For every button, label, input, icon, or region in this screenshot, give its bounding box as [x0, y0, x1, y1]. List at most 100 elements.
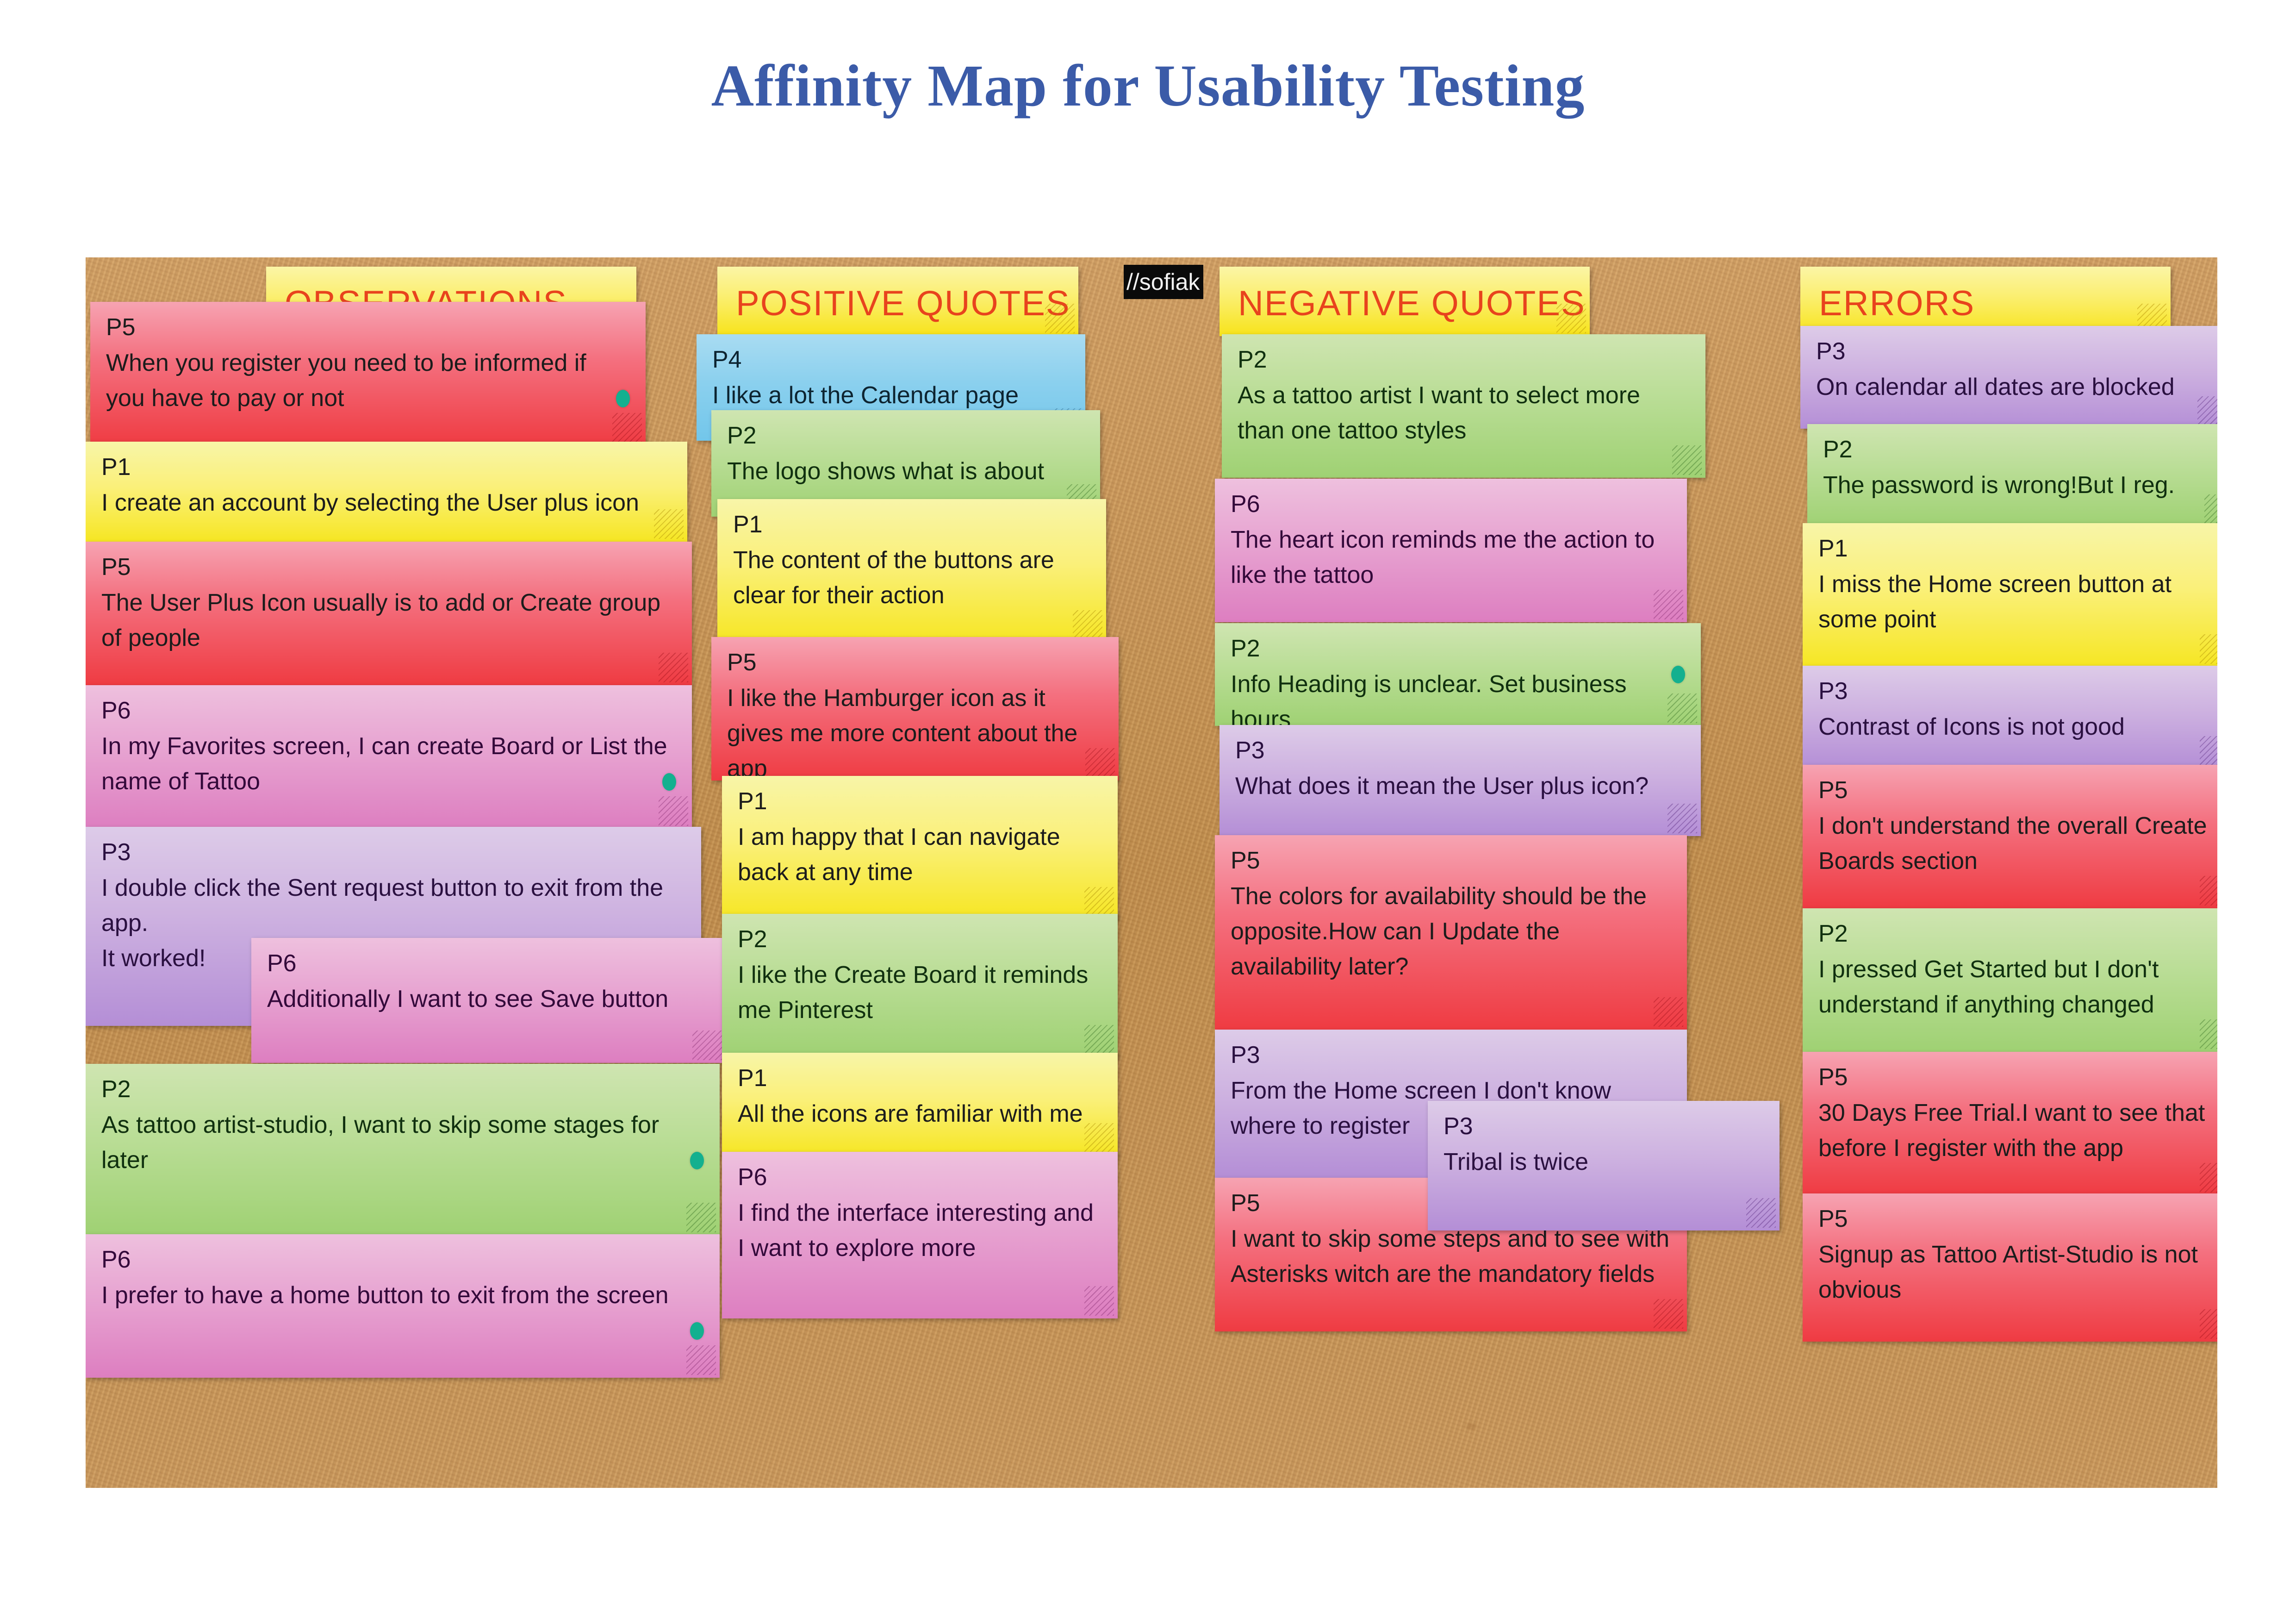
participant-id: P3	[1816, 338, 1846, 365]
participant-id: P2	[1823, 436, 1853, 463]
sticky-note[interactable]: P6 The heart icon reminds me the action t…	[1215, 479, 1687, 622]
sticky-note[interactable]: P3 Contrast of Icons is not good	[1803, 666, 2217, 768]
participant-id: P5	[1818, 777, 1848, 804]
participant-id: P5	[1231, 847, 1260, 874]
sticky-note[interactable]: P5 The User Plus Icon usually is to add o…	[86, 542, 692, 685]
sticky-note-text: Signup as Tattoo Artist-Studio is not ob…	[1818, 1241, 2198, 1304]
sticky-note[interactable]: P3 Tribal is twice	[1428, 1101, 1780, 1230]
sticky-note-text: The password is wrong!But I reg.	[1823, 472, 2175, 499]
sticky-note-text: I like the Hamburger icon as it gives me…	[727, 685, 1078, 781]
participant-id: P6	[1231, 491, 1260, 518]
folded-corner-icon	[659, 653, 688, 682]
folded-corner-icon	[2200, 1163, 2217, 1193]
folded-corner-icon	[692, 1031, 722, 1060]
vote-dot-icon	[616, 390, 630, 407]
participant-id: P2	[1238, 346, 1267, 373]
sticky-note[interactable]: P3 What does it mean the User plus icon?	[1220, 725, 1701, 836]
vote-dot-icon	[1671, 666, 1685, 683]
folded-corner-icon	[1654, 590, 1683, 619]
participant-id: P5	[727, 649, 757, 676]
watermark-label: //sofiak	[1124, 265, 1203, 299]
cork-board: OBSERVATIONSPOSITIVE QUOTESNEGATIVE QUOT…	[86, 257, 2217, 1488]
sticky-note[interactable]: P6 I find the interface interesting and I…	[722, 1152, 1118, 1318]
sticky-note-text: On calendar all dates are blocked	[1816, 374, 2175, 401]
sticky-note[interactable]: P5 I don't understand the overall Create …	[1803, 765, 2217, 908]
sticky-note-text: What does it mean the User plus icon?	[1235, 773, 1649, 800]
sticky-note-text: 30 Days Free Trial.I want to see that be…	[1818, 1099, 2205, 1162]
sticky-note[interactable]: P1 The content of the buttons are clear f…	[717, 499, 1106, 643]
column-header-label: POSITIVE QUOTES	[736, 284, 1070, 323]
participant-id: P2	[1818, 920, 1848, 947]
column-header-positive-quotes: POSITIVE QUOTES	[717, 267, 1078, 336]
participant-id: P1	[101, 454, 131, 481]
sticky-note[interactable]: P2 I like the Create Board it reminds me …	[722, 914, 1118, 1057]
participant-id: P2	[1231, 635, 1260, 662]
folded-corner-icon	[1746, 1198, 1776, 1228]
participant-id: P3	[1235, 737, 1265, 764]
sticky-note-text: The logo shows what is about	[727, 458, 1045, 485]
sticky-note[interactable]: P1 I am happy that I can navigate back at…	[722, 776, 1118, 919]
sticky-note-text: I like a lot the Calendar page	[712, 382, 1019, 409]
sticky-note[interactable]: P5 When you register you need to be infor…	[90, 302, 646, 445]
column-header-label: ERRORS	[1819, 284, 1975, 323]
participant-id: P6	[101, 1246, 131, 1273]
sticky-note[interactable]: P5 I like the Hamburger icon as it gives …	[711, 637, 1119, 781]
sticky-note-text: I want to skip some steps and to see wit…	[1231, 1225, 1670, 1288]
sticky-note-text: Contrast of Icons is not good	[1818, 713, 2125, 741]
sticky-note[interactable]: P5 Signup as Tattoo Artist-Studio is not …	[1803, 1193, 2217, 1342]
folded-corner-icon	[2200, 1019, 2217, 1049]
folded-corner-icon	[1084, 1286, 1114, 1316]
participant-id: P3	[1444, 1113, 1473, 1140]
folded-corner-icon	[686, 1345, 716, 1375]
sticky-note-text: The content of the buttons are clear for…	[733, 547, 1054, 609]
sticky-note-text: Additionally I want to see Save button	[267, 986, 669, 1013]
folded-corner-icon	[1654, 997, 1683, 1027]
participant-id: P6	[267, 950, 297, 977]
sticky-note[interactable]: P1 All the icons are familiar with me	[722, 1053, 1118, 1156]
sticky-note-text: The heart icon reminds me the action to …	[1231, 526, 1655, 589]
sticky-note-text: I find the interface interesting and I w…	[738, 1199, 1094, 1262]
folded-corner-icon	[1084, 887, 1114, 917]
folded-corner-icon	[1668, 804, 1697, 833]
sticky-note-text: All the icons are familiar with me	[738, 1100, 1083, 1128]
participant-id: P2	[738, 926, 767, 953]
sticky-note-text: When you register you need to be informe…	[106, 350, 586, 412]
sticky-note[interactable]: P6 Additionally I want to see Save button	[251, 938, 726, 1063]
participant-id: P6	[738, 1164, 767, 1191]
sticky-note[interactable]: P5 The colors for availability should be …	[1215, 835, 1687, 1030]
vote-dot-icon	[662, 773, 676, 791]
sticky-note-text: I prefer to have a home button to exit f…	[101, 1282, 669, 1309]
participant-id: P5	[101, 554, 131, 581]
sticky-note-text: I pressed Get Started but I don't unders…	[1818, 956, 2159, 1018]
participant-id: P1	[738, 788, 767, 815]
participant-id: P4	[712, 346, 742, 373]
folded-corner-icon	[1084, 1025, 1114, 1055]
sticky-note[interactable]: P1 I create an account by selecting the U…	[86, 442, 687, 542]
sticky-note[interactable]: P2 As tattoo artist-studio, I want to ski…	[86, 1064, 720, 1235]
vote-dot-icon	[690, 1152, 704, 1169]
sticky-note[interactable]: P2 The password is wrong!But I reg.	[1807, 424, 2217, 527]
sticky-note[interactable]: P1 I miss the Home screen button at some …	[1803, 523, 2217, 667]
sticky-note[interactable]: P2 As a tattoo artist I want to select mo…	[1222, 334, 1705, 478]
folded-corner-icon	[1073, 610, 1102, 640]
participant-id: P3	[1231, 1042, 1260, 1068]
sticky-note[interactable]: P6 I prefer to have a home button to exit…	[86, 1234, 720, 1378]
sticky-note-text: I like the Create Board it reminds me Pi…	[738, 962, 1089, 1024]
participant-id: P2	[727, 422, 757, 449]
sticky-note-text: As tattoo artist-studio, I want to skip …	[101, 1112, 660, 1174]
sticky-note-text: The colors for availability should be th…	[1231, 883, 1647, 981]
sticky-note[interactable]: P6 In my Favorites screen, I can create B…	[86, 685, 692, 829]
sticky-note-text: Info Heading is unclear. Set business ho…	[1231, 671, 1627, 726]
sticky-note[interactable]: P3 On calendar all dates are blocked	[1800, 326, 2217, 429]
folded-corner-icon	[659, 796, 688, 826]
sticky-note[interactable]: P2 I pressed Get Started but I don't unde…	[1803, 908, 2217, 1052]
folded-corner-icon	[1672, 445, 1702, 475]
participant-id: P5	[1818, 1206, 1848, 1232]
participant-id: P1	[733, 511, 763, 538]
sticky-note[interactable]: P2 Info Heading is unclear. Set business …	[1215, 623, 1701, 726]
participant-id: P3	[1818, 678, 1848, 705]
sticky-note-text: I miss the Home screen button at some po…	[1818, 571, 2172, 633]
sticky-note-text: Tribal is twice	[1444, 1149, 1589, 1176]
participant-id: P2	[101, 1076, 131, 1103]
sticky-note[interactable]: P5 30 Days Free Trial.I want to see that …	[1803, 1052, 2217, 1195]
